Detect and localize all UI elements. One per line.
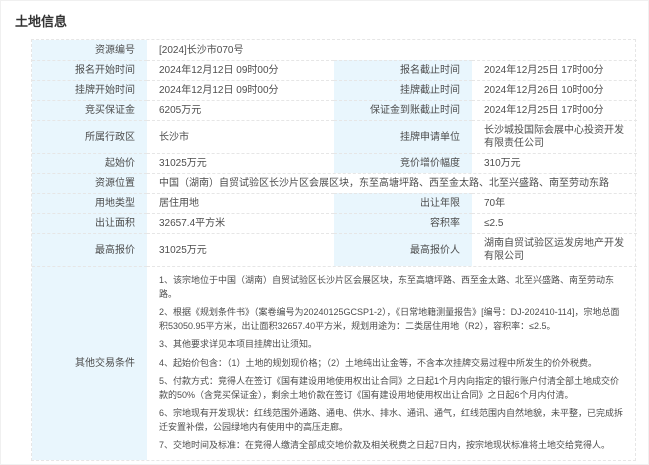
deposit-deadline-value: 2024年12月25日 17时00分 — [472, 100, 637, 120]
page-title: 土地信息 — [1, 1, 648, 39]
location-value: 中国（湖南）自贸试验区长沙片区会展区块，东至高塘坪路、西至金太路、北至兴盛路、南… — [147, 173, 637, 193]
listing-start-value: 2024年12月12日 09时00分 — [147, 80, 334, 100]
plot-ratio-value: ≤2.5 — [472, 213, 637, 233]
signup-end-value: 2024年12月25日 17时00分 — [472, 60, 637, 80]
highest-bid-label: 最高报价 — [32, 233, 147, 266]
condition-item-4: 4、起始价包含：（1）土地的规划现价格；（2）土地纯出让金等，不含本次挂牌交易过… — [159, 357, 625, 371]
land-use-value: 居住用地 — [147, 193, 334, 213]
applicant-label: 挂牌申请单位 — [334, 120, 472, 153]
tenure-value: 70年 — [472, 193, 637, 213]
signup-start-value: 2024年12月12日 09时00分 — [147, 60, 334, 80]
highest-bidder-label: 最高报价人 — [334, 233, 472, 266]
plot-ratio-label: 容积率 — [334, 213, 472, 233]
location-label: 资源位置 — [32, 173, 147, 193]
signup-end-label: 报名截止时间 — [334, 60, 472, 80]
area-label: 出让面积 — [32, 213, 147, 233]
highest-bidder-value: 湖南自贸试验区运发房地产开发有限公司 — [472, 233, 637, 266]
start-price-value: 31025万元 — [147, 153, 334, 173]
signup-start-label: 报名开始时间 — [32, 60, 147, 80]
other-conditions-list: 1、该宗地位于中国（湖南）自贸试验区长沙片区会展区块，东至高塘坪路、西至金太路、… — [147, 266, 637, 460]
condition-item-2: 2、根据《规划条件书》（案卷编号为20240125GCSP1-2），《日常地籍测… — [159, 306, 625, 333]
condition-item-6: 6、宗地现有开发现状：红线范围外通路、通电、供水、排水、通讯、通气，红线范围内自… — [159, 407, 625, 434]
resource-id-label: 资源编号 — [32, 40, 147, 60]
condition-item-3: 3、其他要求详见本项目挂牌出让须知。 — [159, 338, 625, 352]
listing-end-value: 2024年12月26日 10时00分 — [472, 80, 637, 100]
resource-id-value: [2024]长沙市070号 — [147, 40, 637, 60]
listing-start-label: 挂牌开始时间 — [32, 80, 147, 100]
deposit-deadline-label: 保证金到账截止时间 — [334, 100, 472, 120]
listing-end-label: 挂牌截止时间 — [334, 80, 472, 100]
bid-deposit-label: 竞买保证金 — [32, 100, 147, 120]
district-value: 长沙市 — [147, 120, 334, 153]
tenure-label: 出让年限 — [334, 193, 472, 213]
land-use-label: 用地类型 — [32, 193, 147, 213]
start-price-label: 起始价 — [32, 153, 147, 173]
bid-increment-value: 310万元 — [472, 153, 637, 173]
bid-increment-label: 竞价增价幅度 — [334, 153, 472, 173]
condition-item-5: 5、付款方式：竞得人在签订《国有建设用地使用权出让合同》之日起1个月内向指定的银… — [159, 375, 625, 402]
land-info-page: 土地信息 资源编号 [2024]长沙市070号 报名开始时间 2024年12月1… — [0, 0, 649, 465]
bid-deposit-value: 6205万元 — [147, 100, 334, 120]
land-info-table: 资源编号 [2024]长沙市070号 报名开始时间 2024年12月12日 09… — [31, 39, 636, 461]
district-label: 所属行政区 — [32, 120, 147, 153]
area-value: 32657.4平方米 — [147, 213, 334, 233]
condition-item-1: 1、该宗地位于中国（湖南）自贸试验区长沙片区会展区块，东至高塘坪路、西至金太路、… — [159, 274, 625, 301]
highest-bid-value: 31025万元 — [147, 233, 334, 266]
applicant-value: 长沙城投国际会展中心投资开发有限责任公司 — [472, 120, 637, 153]
other-conditions-label: 其他交易条件 — [32, 266, 147, 460]
condition-item-7: 7、交地时间及标准：在竞得人缴清全部成交地价款及相关税费之日起7日内，按宗地现状… — [159, 439, 625, 453]
